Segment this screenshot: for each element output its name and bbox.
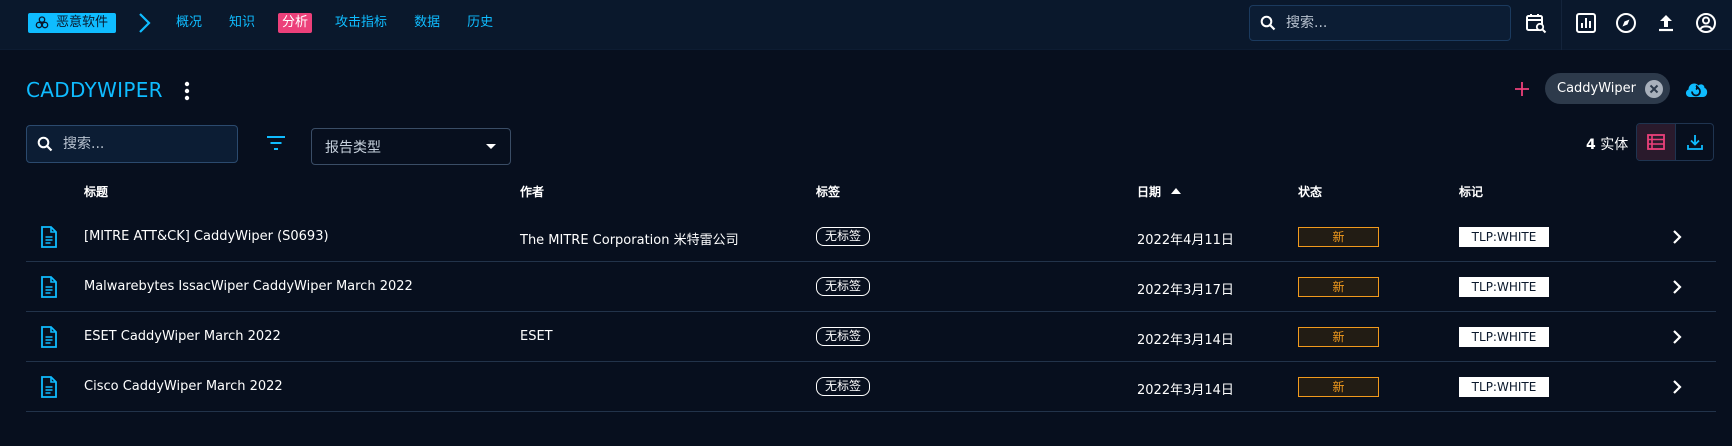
list-search [26, 125, 238, 163]
marking-badge: TLP:WHITE [1459, 227, 1549, 247]
global-search [1249, 5, 1511, 41]
label-badge: 无标签 [816, 377, 871, 396]
entity-count-unit: 实体 [1600, 137, 1629, 153]
download-icon [1686, 135, 1703, 150]
report-title: ESET CaddyWiper March 2022 [84, 329, 281, 344]
topbar-divider [1561, 0, 1562, 50]
tab-knowledge[interactable]: 知识 [225, 13, 259, 33]
tab-analysis[interactable]: 分析 [278, 13, 313, 33]
view-toggle [1636, 123, 1714, 161]
compass-icon[interactable] [1615, 12, 1637, 34]
chart-icon[interactable] [1575, 12, 1597, 34]
calendar-search-icon[interactable] [1525, 12, 1547, 34]
label-chip[interactable]: CaddyWiper [1545, 73, 1671, 104]
status-badge: 新 [1298, 227, 1379, 247]
more-vert-icon[interactable] [183, 80, 191, 102]
document-icon [41, 376, 57, 398]
entity-count: 4 实体 [1586, 134, 1628, 154]
marking-badge: TLP:WHITE [1459, 327, 1549, 347]
table-row[interactable]: ESET CaddyWiper March 2022 ESET 无标签 2022… [26, 312, 1716, 362]
report-author: ESET [520, 329, 553, 344]
report-date: 2022年3月14日 [1137, 333, 1234, 348]
status-badge: 新 [1298, 277, 1379, 297]
report-title: [MITRE ATT&CK] CaddyWiper (S0693) [84, 229, 329, 244]
chevron-right-icon[interactable] [1672, 379, 1682, 395]
chevron-right-icon[interactable] [1672, 279, 1682, 295]
column-header-marking[interactable]: 标记 [1459, 183, 1483, 200]
search-icon [37, 136, 53, 152]
document-icon [41, 276, 57, 298]
report-type-select[interactable]: 报告类型 [311, 128, 511, 165]
table-row[interactable]: Cisco CaddyWiper March 2022 无标签 2022年3月1… [26, 362, 1716, 412]
label-chip-text: CaddyWiper [1557, 81, 1637, 96]
sort-ascending-icon [1171, 188, 1182, 194]
table-row[interactable]: Malwarebytes IssacWiper CaddyWiper March… [26, 262, 1716, 312]
document-icon [41, 326, 57, 348]
report-type-label: 报告类型 [325, 139, 381, 156]
chevron-right-icon[interactable] [1672, 329, 1682, 345]
report-title: Malwarebytes IssacWiper CaddyWiper March… [84, 279, 413, 294]
label-badge: 无标签 [816, 327, 871, 346]
add-label-icon[interactable] [1513, 80, 1531, 98]
table-header: 标题 作者 标签 日期 状态 标记 [26, 183, 1716, 203]
marking-badge: TLP:WHITE [1459, 277, 1549, 297]
top-bar: 恶意软件 概况 知识 分析 攻击指标 数据 历史 [0, 0, 1732, 50]
filter-icon[interactable] [266, 135, 286, 151]
entity-type-chip[interactable]: 恶意软件 [28, 13, 117, 33]
list-view-icon [1647, 134, 1665, 150]
document-icon [41, 226, 57, 248]
report-list: [MITRE ATT&CK] CaddyWiper (S0693) The MI… [26, 212, 1716, 412]
column-header-status[interactable]: 状态 [1298, 183, 1322, 200]
tab-indicators[interactable]: 攻击指标 [331, 13, 391, 33]
column-header-title[interactable]: 标题 [84, 183, 108, 200]
report-date: 2022年3月14日 [1137, 383, 1234, 398]
biohazard-icon [35, 16, 49, 29]
search-icon [1260, 15, 1276, 31]
entity-type-label: 恶意软件 [56, 15, 109, 30]
page-title: CADDYWIPER [26, 78, 163, 102]
caret-down-icon [486, 144, 496, 149]
chevron-right-icon [139, 13, 151, 33]
account-icon[interactable] [1695, 12, 1717, 34]
report-date: 2022年4月11日 [1137, 233, 1234, 248]
tab-data[interactable]: 数据 [410, 13, 444, 33]
column-header-date[interactable]: 日期 [1137, 183, 1182, 200]
cloud-refresh-icon[interactable] [1683, 78, 1709, 100]
global-search-input[interactable] [1286, 15, 1486, 31]
entity-nav: 概况 知识 分析 攻击指标 数据 历史 [172, 13, 516, 33]
tab-overview[interactable]: 概况 [172, 13, 206, 33]
list-search-input[interactable] [63, 136, 213, 152]
report-title: Cisco CaddyWiper March 2022 [84, 379, 283, 394]
status-badge: 新 [1298, 327, 1379, 347]
entity-count-number: 4 [1586, 137, 1596, 153]
marking-badge: TLP:WHITE [1459, 377, 1549, 397]
export-button[interactable] [1675, 124, 1713, 160]
column-header-date-text: 日期 [1137, 185, 1162, 199]
status-badge: 新 [1298, 377, 1379, 397]
label-badge: 无标签 [816, 227, 871, 246]
close-circle-icon[interactable] [1644, 79, 1664, 99]
list-view-button[interactable] [1637, 124, 1675, 160]
report-date: 2022年3月17日 [1137, 283, 1234, 298]
tab-history[interactable]: 历史 [463, 13, 497, 33]
column-header-labels[interactable]: 标签 [816, 183, 840, 200]
upload-icon[interactable] [1655, 12, 1677, 34]
column-header-author[interactable]: 作者 [520, 183, 544, 200]
report-author: The MITRE Corporation 米特雷公司 [520, 233, 739, 248]
label-badge: 无标签 [816, 277, 871, 296]
chevron-right-icon[interactable] [1672, 229, 1682, 245]
table-row[interactable]: [MITRE ATT&CK] CaddyWiper (S0693) The MI… [26, 212, 1716, 262]
